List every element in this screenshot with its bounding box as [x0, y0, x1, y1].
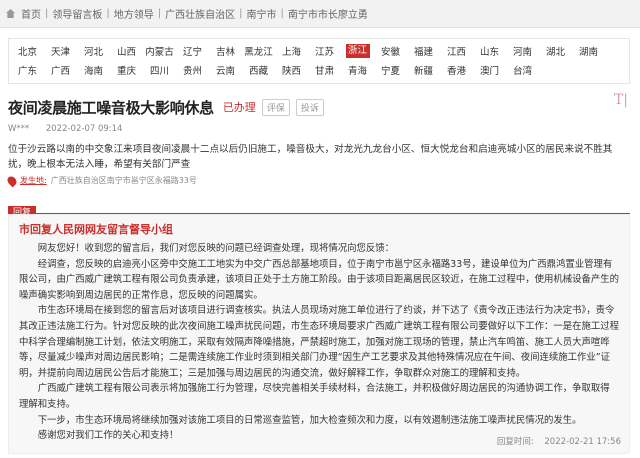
- reply-time: 2022-02-21 17:56: [544, 437, 621, 447]
- region-item[interactable]: 北京: [11, 44, 44, 58]
- region-item[interactable]: 天津: [44, 44, 77, 58]
- post-location: 发生地: 广西壮族自治区南宁市邕宁区永福路33号: [5, 174, 197, 187]
- region-item[interactable]: 安徽: [374, 44, 407, 58]
- post-time: 2022-02-07 09:14: [45, 124, 123, 134]
- region-item[interactable]: 辽宁: [176, 44, 209, 58]
- region-item[interactable]: 湖南: [572, 44, 605, 58]
- breadcrumb-board[interactable]: 领导留言板: [52, 6, 102, 21]
- breadcrumb-province[interactable]: 广西壮族自治区: [165, 6, 235, 21]
- post-author: W***: [8, 124, 30, 134]
- post-meta: W*** 2022-02-07 09:14: [8, 124, 122, 134]
- region-item[interactable]: 四川: [143, 63, 176, 77]
- status-badge: 已办理: [222, 101, 256, 114]
- reply-paragraph: 下一步，市生态环境局将继续加强对该施工项目的日常巡查监管，加大检查频次和力度，以…: [37, 414, 582, 426]
- location-value: 广西壮族自治区南宁市邕宁区永福路33号: [50, 176, 197, 185]
- breadcrumb-separator: |: [106, 8, 110, 19]
- breadcrumb-local[interactable]: 地方领导: [114, 6, 154, 21]
- region-item[interactable]: 新疆: [407, 63, 440, 77]
- evaluate-button[interactable]: 评保: [261, 98, 290, 116]
- region-item[interactable]: 广西: [44, 63, 77, 77]
- reply-panel: 市回复人民网网友留言督导小组 网友您好！收到您的留言后，我们对您反映的问题已经调…: [8, 214, 630, 454]
- region-item[interactable]: 山东: [473, 44, 506, 58]
- region-selector: 北京 天津 河北 山西 内蒙古 辽宁 吉林 黑龙江 上海 江苏 浙江 安徽 福建 江西 山东 河南 湖北 湖南 广…: [8, 38, 630, 84]
- location-label[interactable]: 发生地:: [20, 175, 47, 186]
- breadcrumb-separator: |: [45, 8, 49, 19]
- reply-paragraph: 市生态环境局在接到您的留言后对该项目进行调查核实。执法人员现场对施工单位进行了约…: [19, 305, 620, 379]
- region-item[interactable]: 湖北: [539, 44, 572, 58]
- region-item[interactable]: 河南: [506, 44, 539, 58]
- region-item[interactable]: 陕西: [275, 63, 308, 77]
- region-item[interactable]: 宁夏: [374, 63, 407, 77]
- post-body: 位于沙云路以南的中交象江来项目夜间凌晨十二点以后仍旧施工，噪音极大，对龙光九龙台…: [8, 144, 613, 170]
- region-item[interactable]: 吉林: [209, 44, 242, 58]
- breadcrumb-separator: |: [280, 8, 284, 19]
- breadcrumb-separator: |: [239, 8, 243, 19]
- complaint-button[interactable]: 投诉: [295, 98, 324, 116]
- region-item[interactable]: 贵州: [176, 63, 209, 77]
- post-header: 夜间凌晨施工噪音极大影响休息 已办理 评保 投诉: [8, 95, 630, 119]
- region-item[interactable]: 广东: [11, 63, 44, 77]
- region-item[interactable]: 云南: [209, 63, 242, 77]
- breadcrumb-separator: |: [157, 8, 162, 19]
- breadcrumb-home[interactable]: 首页: [21, 6, 41, 21]
- region-item[interactable]: 河北: [77, 44, 110, 58]
- region-item[interactable]: 海南: [77, 63, 110, 77]
- breadcrumb: 首页 | 领导留言板 | 地方领导 | 广西壮族自治区 | 南宁市 | 南宁市市长廖立勇: [0, 0, 640, 28]
- region-item[interactable]: 江西: [440, 44, 473, 58]
- breadcrumb-leader[interactable]: 南宁市市长廖立勇: [288, 6, 368, 21]
- region-item[interactable]: 浙江: [345, 44, 370, 58]
- region-item[interactable]: 台湾: [506, 63, 539, 77]
- region-item[interactable]: 内蒙古: [143, 44, 176, 58]
- region-item[interactable]: 青海: [341, 63, 374, 77]
- reply-paragraph: 网友您好！收到您的留言后，我们对您反映的问题已经调查处理，现将情况向您反馈：: [37, 243, 395, 254]
- region-item[interactable]: 江苏: [308, 44, 341, 58]
- breadcrumb-city[interactable]: 南宁市: [247, 6, 277, 21]
- post-title: 夜间凌晨施工噪音极大影响休息: [8, 98, 214, 117]
- reply-tab-bar: 回复: [8, 200, 630, 220]
- logo-icon: T|: [613, 92, 628, 108]
- region-item[interactable]: 黑龙江: [242, 44, 275, 58]
- reply-paragraph: 广西威广建筑工程有限公司表示将加强施工行为管理，尽快完善相关手续材料，合法施工，…: [19, 383, 610, 410]
- reply-time-label: 回复时间:: [496, 437, 534, 447]
- reply-meta: 回复时间: 2022-02-21 17:56: [489, 435, 621, 447]
- region-item[interactable]: 重庆: [110, 63, 143, 77]
- region-item[interactable]: 澳门: [473, 63, 506, 77]
- region-item[interactable]: 甘肃: [308, 63, 341, 77]
- region-item[interactable]: 福建: [407, 44, 440, 58]
- region-item[interactable]: 香港: [440, 63, 473, 77]
- location-pin-icon: [5, 174, 19, 187]
- reply-paragraph: 经调查，您反映的启迪亮小区旁中交施工工地实为中交广西总部基地项目，位于南宁市邕宁…: [19, 258, 620, 301]
- region-row: 广东 广西 海南 重庆 四川 贵州 云南 西藏 陕西 甘肃 青海 宁夏 新疆 香港 澳门 台湾: [11, 62, 627, 78]
- region-item[interactable]: 山西: [110, 44, 143, 58]
- region-row: 北京 天津 河北 山西 内蒙古 辽宁 吉林 黑龙江 上海 江苏 浙江 安徽 福建 江西 山东 河南 湖北 湖南: [11, 43, 627, 59]
- region-item[interactable]: 上海: [275, 44, 308, 58]
- reply-office: 市回复人民网网友留言督导小组: [19, 223, 173, 236]
- home-icon[interactable]: [6, 9, 15, 18]
- region-item[interactable]: 西藏: [242, 63, 275, 77]
